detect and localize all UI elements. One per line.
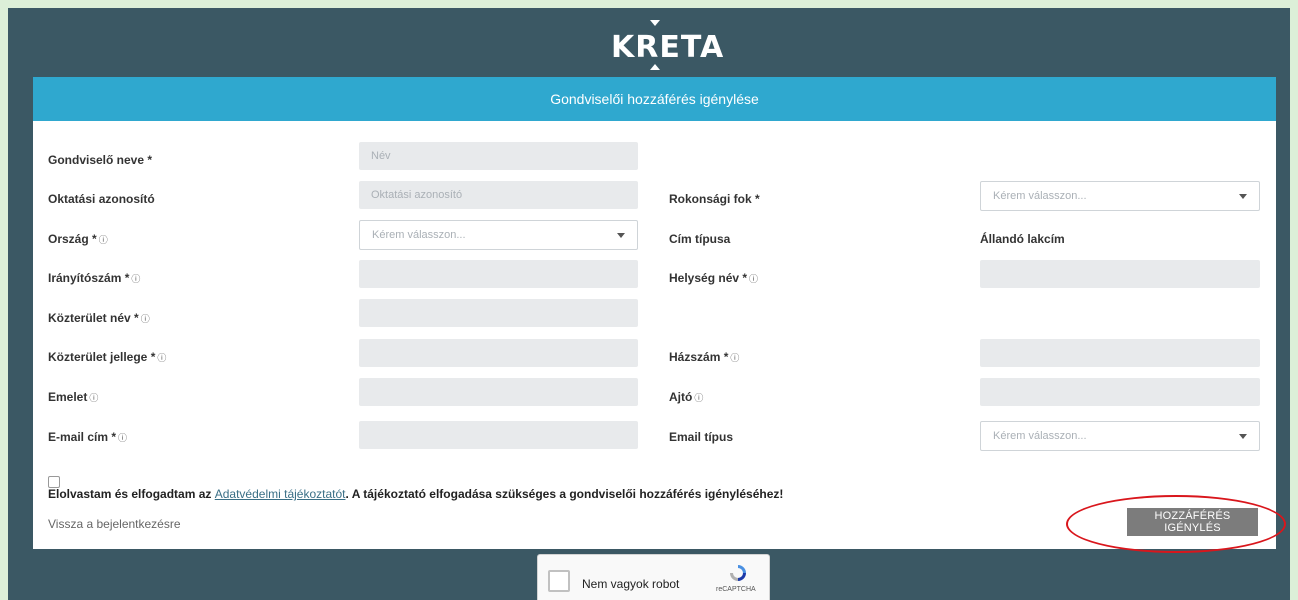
label-floor: Emelet ⓘ bbox=[48, 390, 99, 404]
info-icon[interactable]: ⓘ bbox=[89, 393, 98, 403]
info-icon[interactable]: ⓘ bbox=[131, 274, 140, 284]
email-input[interactable] bbox=[359, 421, 638, 449]
recaptcha-checkbox[interactable] bbox=[548, 570, 570, 592]
form-title: Gondviselői hozzáférés igénylése bbox=[33, 77, 1276, 121]
label-street-name: Közterület név * ⓘ bbox=[48, 311, 150, 325]
label-door: Ajtó ⓘ bbox=[669, 390, 704, 404]
request-form-card: Gondviselői hozzáférés igénylése bbox=[33, 77, 1276, 549]
relation-select-placeholder: Kérem válasszon... bbox=[993, 190, 1087, 202]
info-icon[interactable]: ⓘ bbox=[99, 235, 108, 245]
info-icon[interactable]: ⓘ bbox=[141, 314, 150, 324]
label-relation: Rokonsági fok * bbox=[669, 192, 760, 206]
country-select-placeholder: Kérem válasszon... bbox=[372, 229, 466, 241]
info-icon[interactable]: ⓘ bbox=[157, 353, 166, 363]
zip-input[interactable] bbox=[359, 260, 638, 288]
email-type-select-placeholder: Kérem válasszon... bbox=[993, 430, 1087, 442]
label-guardian-name: Gondviselő neve * bbox=[48, 153, 153, 167]
consent-suffix: . A tájékoztató elfogadása szükséges a g… bbox=[345, 487, 784, 501]
consent-text: Elolvastam és elfogadtam az Adatvédelmi … bbox=[48, 487, 783, 501]
info-icon[interactable]: ⓘ bbox=[749, 274, 758, 284]
country-select[interactable]: Kérem válasszon... bbox=[359, 220, 638, 250]
label-email: E-mail cím * ⓘ bbox=[48, 430, 128, 444]
kreta-logo: KRETA bbox=[611, 20, 723, 70]
label-address-type: Cím típusa bbox=[669, 232, 731, 246]
door-input[interactable] bbox=[980, 378, 1260, 406]
guardian-name-input[interactable] bbox=[359, 142, 638, 170]
info-icon[interactable]: ⓘ bbox=[694, 393, 703, 403]
request-access-button[interactable]: HOZZÁFÉRÉS IGÉNYLÉS bbox=[1127, 508, 1258, 536]
logo-mark-bottom bbox=[650, 64, 660, 70]
info-icon[interactable]: ⓘ bbox=[730, 353, 739, 363]
street-name-input[interactable] bbox=[359, 299, 638, 327]
back-to-login-link[interactable]: Vissza a bejelentkezésre bbox=[48, 517, 181, 531]
recaptcha-icon bbox=[730, 565, 746, 581]
house-no-input[interactable] bbox=[980, 339, 1260, 367]
street-type-input[interactable] bbox=[359, 339, 638, 367]
recaptcha-brand: reCAPTCHA bbox=[716, 586, 756, 593]
label-street-type: Közterület jellege * ⓘ bbox=[48, 350, 167, 364]
label-house-no: Házszám * ⓘ bbox=[669, 350, 740, 364]
logo-mark-top bbox=[650, 20, 660, 26]
relation-select[interactable]: Kérem válasszon... bbox=[980, 181, 1260, 211]
recaptcha-label: Nem vagyok robot bbox=[582, 577, 680, 591]
consent-prefix: Elolvastam és elfogadtam az bbox=[48, 487, 215, 501]
floor-input[interactable] bbox=[359, 378, 638, 406]
chevron-down-icon bbox=[1239, 434, 1247, 439]
recaptcha-widget: Nem vagyok robot reCAPTCHA bbox=[537, 554, 770, 600]
logo-text: KRETA bbox=[611, 30, 725, 65]
city-input[interactable] bbox=[980, 260, 1260, 288]
chevron-down-icon bbox=[617, 233, 625, 238]
address-type-value: Állandó lakcím bbox=[980, 232, 1065, 246]
label-zip: Irányítószám * ⓘ bbox=[48, 271, 141, 285]
label-country: Ország * ⓘ bbox=[48, 232, 108, 246]
label-email-type: Email típus bbox=[669, 430, 734, 444]
privacy-policy-link[interactable]: Adatvédelmi tájékoztatót bbox=[215, 487, 346, 501]
email-type-select[interactable]: Kérem válasszon... bbox=[980, 421, 1260, 451]
edu-id-input[interactable] bbox=[359, 181, 638, 209]
label-city: Helység név * ⓘ bbox=[669, 271, 759, 285]
label-edu-id: Oktatási azonosító bbox=[48, 192, 155, 206]
info-icon[interactable]: ⓘ bbox=[118, 433, 127, 443]
chevron-down-icon bbox=[1239, 194, 1247, 199]
